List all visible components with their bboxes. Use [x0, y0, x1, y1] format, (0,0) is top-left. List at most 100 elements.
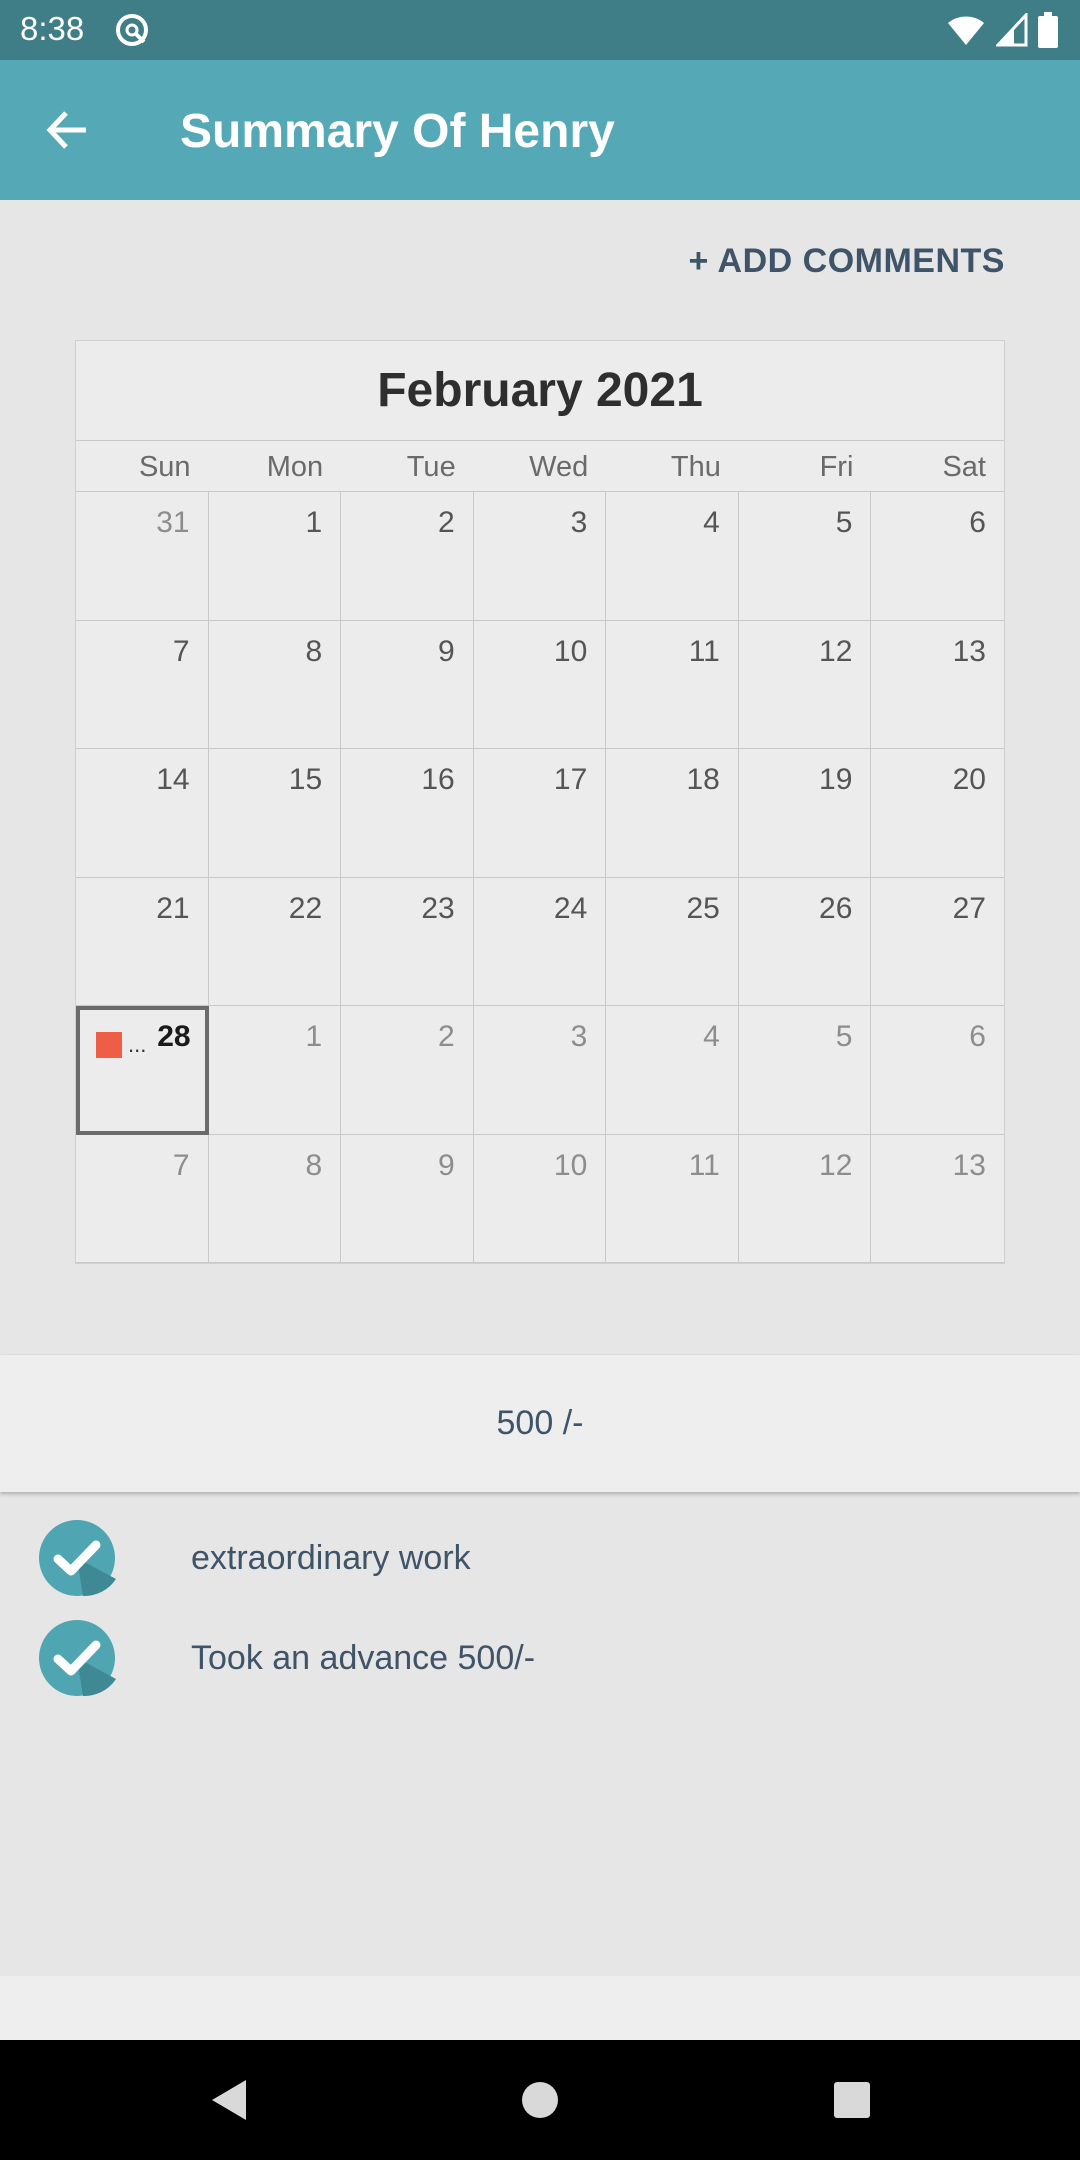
weekday-sat: Sat: [942, 451, 986, 483]
day-number: 2: [438, 506, 455, 539]
day-number: 11: [688, 634, 720, 668]
calendar-day[interactable]: 23: [341, 877, 474, 1006]
day-number: 7: [172, 634, 190, 668]
calendar-day[interactable]: 27: [871, 878, 1004, 1006]
add-comments-button[interactable]: + ADD COMMENTS: [689, 242, 1005, 281]
wifi-icon: [948, 16, 984, 45]
nav-recents-icon[interactable]: [822, 2070, 882, 2130]
day-number: 9: [438, 634, 455, 668]
day-number: 20: [952, 763, 986, 796]
calendar-day[interactable]: 7: [76, 1134, 209, 1263]
day-number: 23: [421, 891, 455, 925]
check-circle-icon: [39, 1620, 116, 1697]
calendar-day[interactable]: 7: [76, 620, 209, 749]
calendar-day[interactable]: 9: [341, 620, 474, 749]
arrow-left-icon[interactable]: [38, 100, 98, 160]
calendar-day[interactable]: 15: [208, 749, 342, 878]
calendar-day[interactable]: 13: [871, 621, 1004, 749]
calendar-day[interactable]: 17: [473, 749, 607, 878]
amount-value: 500 /-: [496, 1404, 584, 1442]
day-number: 17: [553, 763, 588, 796]
page-title: Summary Of Henry: [180, 105, 615, 158]
check-circle-icon: [39, 1520, 116, 1597]
calendar-day[interactable]: 10: [473, 620, 607, 749]
day-number: 3: [570, 1020, 588, 1053]
calendar-day[interactable]: 11: [606, 620, 739, 749]
calendar-day[interactable]: 13: [871, 1135, 1004, 1263]
nav-back-icon[interactable]: [200, 2070, 260, 2130]
weekday-tue: Tue: [406, 451, 456, 483]
calendar-day[interactable]: 24: [473, 877, 607, 1006]
day-number: 31: [156, 506, 190, 539]
day-number: 14: [156, 763, 190, 796]
calendar-day[interactable]: 3: [473, 492, 607, 621]
comment-text: Took an advance 500/-: [191, 1638, 536, 1677]
day-number: 21: [156, 891, 190, 925]
nav-home-icon[interactable]: [510, 2070, 570, 2130]
calendar-day[interactable]: 4: [606, 492, 739, 621]
day-number: 5: [835, 1020, 853, 1053]
day-number: 10: [553, 634, 588, 668]
calendar-day[interactable]: 11: [606, 1134, 739, 1263]
calendar-day[interactable]: 26: [738, 877, 872, 1006]
battery-icon: [1038, 12, 1058, 48]
day-number: 12: [819, 1148, 853, 1182]
calendar-day[interactable]: 12: [738, 620, 872, 749]
day-number: 6: [969, 506, 986, 539]
day-number: 16: [421, 763, 455, 796]
bottom-panel: [0, 1976, 1080, 2040]
calendar-day[interactable]: 5: [738, 1006, 872, 1135]
calendar-weekday-header: Sun Mon Tue Wed Thu Fri Sat: [76, 441, 1004, 492]
calendar-day[interactable]: 2: [341, 492, 474, 621]
calendar-day[interactable]: 16: [341, 749, 474, 878]
calendar-day[interactable]: 10: [473, 1134, 607, 1263]
day-number: 4: [703, 1020, 720, 1053]
calendar-day[interactable]: 25: [606, 877, 739, 1006]
calendar-day-selected[interactable]: ... 28: [76, 1006, 209, 1135]
at-sign-icon: [116, 14, 148, 46]
calendar-day[interactable]: 21: [76, 877, 209, 1006]
calendar-day[interactable]: 8: [208, 620, 342, 749]
calendar-day[interactable]: 8: [208, 1134, 342, 1263]
calendar-day[interactable]: 1: [208, 492, 342, 621]
calendar-day[interactable]: 18: [606, 749, 739, 878]
day-number: 5: [835, 506, 853, 539]
day-number: 1: [305, 1020, 323, 1053]
weekday-mon: Mon: [266, 451, 324, 483]
calendar-day[interactable]: 2: [341, 1006, 474, 1135]
signal-icon: [996, 13, 1028, 47]
calendar-day[interactable]: 22: [208, 877, 342, 1006]
day-number: 4: [703, 506, 720, 539]
calendar-day[interactable]: 1: [208, 1006, 342, 1135]
app-bar: Summary Of Henry: [0, 60, 1080, 200]
calendar-day[interactable]: 14: [76, 749, 209, 878]
calendar-day[interactable]: 4: [606, 1006, 739, 1135]
status-icons: [946, 12, 1058, 48]
day-number: 25: [686, 891, 720, 925]
calendar-day[interactable]: 5: [738, 492, 872, 621]
day-number: 8: [305, 1148, 323, 1182]
calendar-grid: 31 1 2 3 4 5 6 7 8 9 10 11 12 13 14 15 16 17 18 19 20 21 22 23 2…: [76, 492, 1004, 1263]
comment-text: extraordinary work: [191, 1538, 471, 1577]
weekday-thu: Thu: [670, 451, 721, 483]
calendar-day[interactable]: 12: [738, 1134, 872, 1263]
calendar-month-title: February 2021: [76, 341, 1004, 441]
weekday-wed: Wed: [529, 451, 589, 483]
calendar-day[interactable]: 20: [871, 749, 1004, 878]
comment-item: Took an advance 500/-: [38, 1618, 535, 1698]
calendar-day[interactable]: 6: [871, 1006, 1004, 1135]
calendar-day[interactable]: 3: [473, 1006, 607, 1135]
day-number: 7: [172, 1148, 190, 1182]
day-number: 28: [157, 1020, 191, 1053]
day-number: 19: [819, 763, 853, 796]
day-number: 9: [438, 1148, 455, 1182]
day-number: 3: [570, 506, 588, 539]
calendar-day[interactable]: 31: [76, 492, 209, 621]
day-number: 11: [688, 1148, 720, 1182]
calendar-day[interactable]: 6: [871, 492, 1004, 621]
calendar-day[interactable]: 19: [738, 749, 872, 878]
amount-summary: 500 /-: [0, 1355, 1080, 1492]
status-bar: 8:38: [0, 0, 1080, 60]
calendar-day[interactable]: 9: [341, 1134, 474, 1263]
day-number: 2: [438, 1020, 455, 1053]
